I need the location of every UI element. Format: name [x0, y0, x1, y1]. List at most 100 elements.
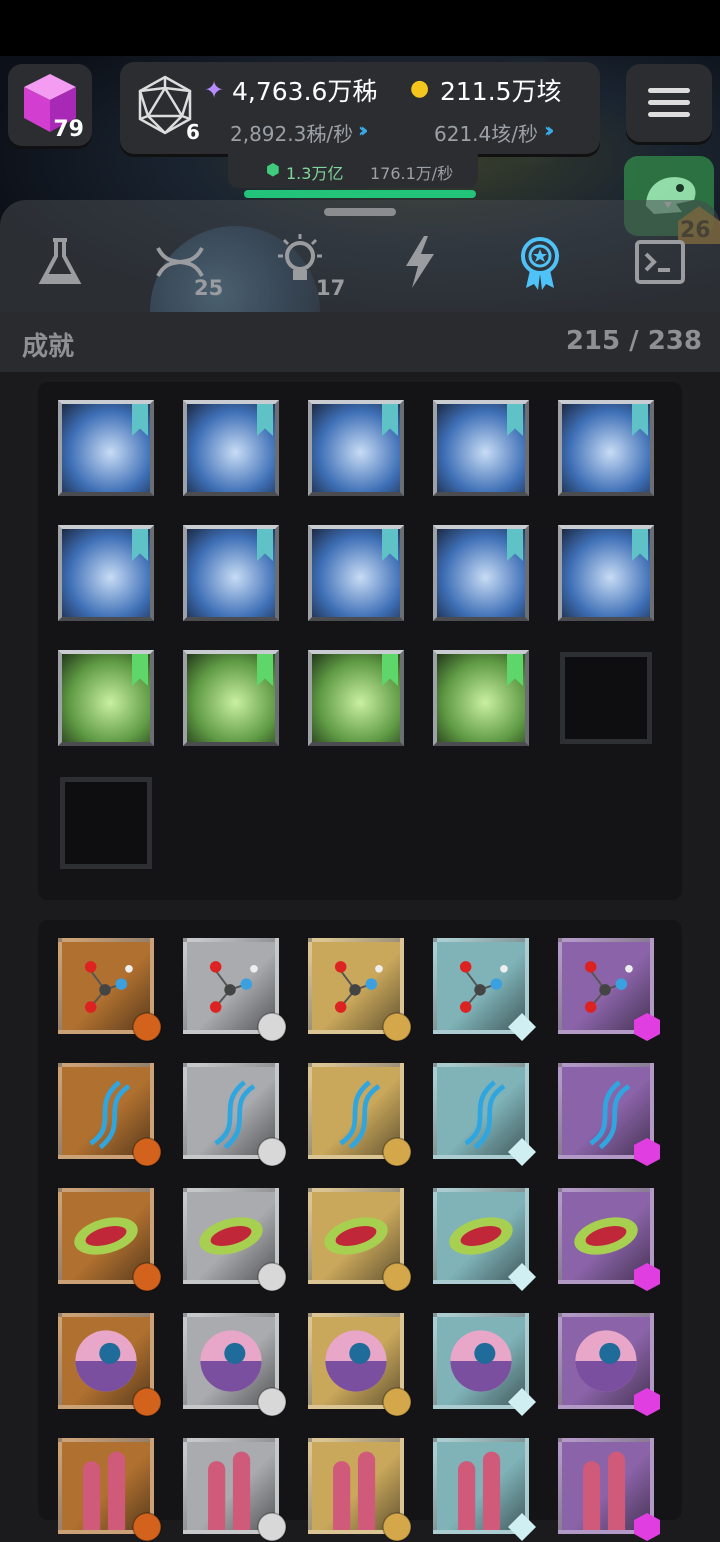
tab-terminal[interactable] [630, 232, 690, 292]
diamond-badge-icon [508, 1388, 536, 1416]
collection-molecule-gem[interactable] [558, 938, 660, 1041]
collection-cell-diamond[interactable] [433, 1313, 536, 1416]
resource-panel[interactable]: 6 ✦ 4,763.6万秭 ● 211.5万垓 2,892.3秭/秒 ›› 62… [120, 62, 600, 154]
gem-badge-icon [634, 1138, 660, 1166]
collection-dna-helix-gold[interactable] [308, 1063, 412, 1167]
resource2-rate: 621.4垓/秒 [434, 122, 538, 146]
double-chevron-icon: ›› [358, 118, 369, 142]
bronze-badge-icon [132, 1137, 162, 1167]
silver-badge-icon [257, 1012, 287, 1042]
nebula-icon: ✦ [204, 76, 225, 104]
silver-badge-icon [257, 1137, 287, 1167]
collection-dna-helix-bronze[interactable] [58, 1063, 162, 1167]
medal-icon [521, 237, 559, 290]
collection-bacterium-silver[interactable] [183, 1188, 287, 1292]
achievement-human-face[interactable] [58, 525, 154, 621]
collection-bacterium-diamond[interactable] [433, 1188, 536, 1291]
achievement-asteroid-impact[interactable] [183, 650, 279, 746]
bronze-badge-icon [132, 1262, 162, 1292]
collection-molecule-gold[interactable] [308, 938, 412, 1042]
achievements-panel [38, 382, 682, 900]
achievement-jellyfish[interactable] [183, 400, 279, 496]
gem-button[interactable]: 79 [8, 64, 92, 146]
lightbulb-small-icon: ● [410, 76, 430, 101]
gem-badge-icon [634, 1263, 660, 1291]
collection-cell-silver[interactable] [183, 1313, 287, 1417]
bronze-badge-icon [132, 1512, 162, 1542]
achievement-whale-on-ice[interactable] [308, 400, 404, 496]
bookmark-icon [632, 529, 648, 561]
sub-rate: 176.1万/秒 [370, 164, 454, 183]
silver-badge-icon [257, 1387, 287, 1417]
bronze-badge-icon [132, 1387, 162, 1417]
achievement-cyber-head[interactable] [183, 525, 279, 621]
collection-dna-helix-silver[interactable] [183, 1063, 287, 1167]
d20-count: 6 [186, 120, 200, 144]
achievement-dna[interactable] [58, 400, 154, 496]
collection-molecule-diamond[interactable] [433, 938, 536, 1041]
tab-sheet [0, 200, 720, 312]
bookmark-icon [382, 404, 398, 436]
achievement-early-humans[interactable] [558, 400, 654, 496]
gold-badge-icon [382, 1387, 412, 1417]
diamond-badge-icon [508, 1263, 536, 1291]
collection-panel [38, 920, 682, 1542]
achievement-rock[interactable] [433, 400, 529, 496]
collection-bacterium-gem[interactable] [558, 1188, 660, 1291]
bookmark-icon [257, 404, 273, 436]
bookmark-icon [507, 404, 523, 436]
collection-cell-bronze[interactable] [58, 1313, 162, 1417]
bookmark-icon [507, 529, 523, 561]
silver-badge-icon [257, 1512, 287, 1542]
achievement-dinosaur[interactable] [433, 650, 529, 746]
bookmark-icon [132, 404, 148, 436]
achievement-globe[interactable] [308, 525, 404, 621]
progress-bar-fill [244, 190, 476, 198]
section-header: 成就 215 / 238 [0, 312, 720, 372]
achievement-count: 215 / 238 [565, 326, 702, 356]
status-bar [0, 0, 720, 56]
diamond-badge-icon [508, 1513, 536, 1541]
diamond-badge-icon [508, 1013, 536, 1041]
section-title: 成就 [22, 332, 75, 362]
hamburger-line [648, 100, 690, 105]
collection-dna-helix-gem[interactable] [558, 1063, 660, 1166]
achievement-whales-underwater[interactable] [433, 525, 529, 621]
bookmark-icon [382, 654, 398, 686]
collection-cell-gold[interactable] [308, 1313, 412, 1417]
bookmark-icon [507, 654, 523, 686]
hamburger-line [648, 88, 690, 93]
bookmark-icon [257, 654, 273, 686]
achievement-locked-slot [60, 777, 152, 869]
tab-dna-count: 25 [194, 276, 224, 300]
tab-lightning[interactable] [390, 232, 450, 292]
collection-bacterium-bronze[interactable] [58, 1188, 162, 1292]
green-gem-icon: ⬢ [266, 160, 280, 179]
tab-flask[interactable] [30, 232, 90, 292]
collection-dna-helix-diamond[interactable] [433, 1063, 536, 1166]
collection-molecule-bronze[interactable] [58, 938, 162, 1042]
progress-bar [244, 190, 476, 198]
menu-button[interactable] [626, 64, 712, 142]
achievement-lions[interactable] [558, 525, 654, 621]
achievement-locked-slot [560, 652, 652, 744]
bronze-badge-icon [132, 1012, 162, 1042]
gold-badge-icon [382, 1137, 412, 1167]
silver-badge-icon [257, 1262, 287, 1292]
achievement-dino-skull[interactable] [58, 650, 154, 746]
tab-achievements[interactable] [510, 232, 570, 292]
achievement-dino-skeleton[interactable] [308, 650, 404, 746]
gold-badge-icon [382, 1012, 412, 1042]
hamburger-line [648, 112, 690, 117]
collection-bacterium-gold[interactable] [308, 1188, 412, 1292]
tab-lightbulb-count: 17 [316, 276, 346, 300]
collection-cell-gem[interactable] [558, 1313, 660, 1416]
sheet-handle[interactable] [324, 208, 396, 216]
double-chevron-icon: ›› [544, 118, 555, 142]
lightning-icon [406, 236, 434, 288]
gold-badge-icon [382, 1512, 412, 1542]
bookmark-icon [132, 654, 148, 686]
collection-molecule-silver[interactable] [183, 938, 287, 1042]
bookmark-icon [257, 529, 273, 561]
resource1-rate: 2,892.3秭/秒 [230, 122, 354, 146]
